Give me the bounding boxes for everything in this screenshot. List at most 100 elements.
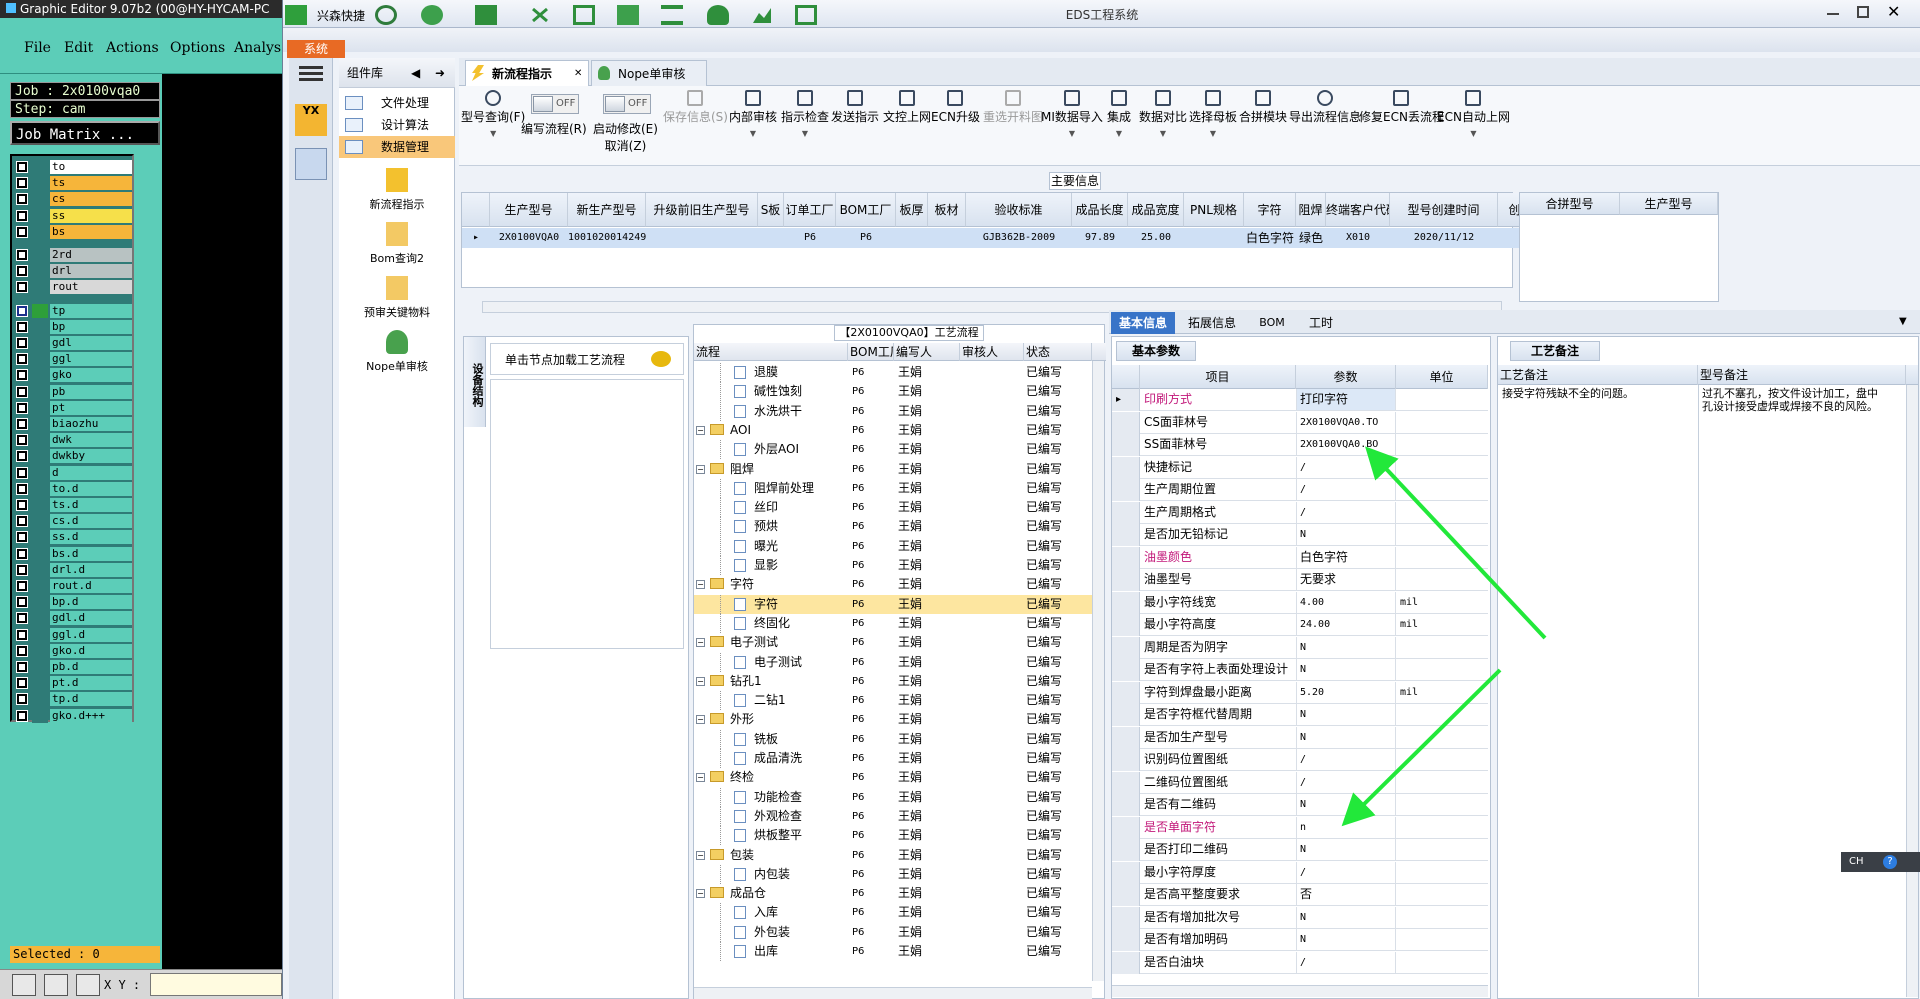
param-row[interactable]: 二维码位置图纸 / — [1112, 771, 1488, 794]
param-row[interactable]: 生产周期格式 / — [1112, 501, 1488, 524]
layer-row[interactable]: tp.d — [14, 692, 132, 707]
flow-row[interactable]: 外观检查 P6 王娟 已编写 — [694, 806, 1092, 826]
layer-row[interactable]: cs — [14, 192, 132, 207]
flow-row[interactable]: 预烘 P6 王娟 已编写 — [694, 517, 1092, 537]
tab-nope-review[interactable]: Nope单审核 — [591, 60, 707, 86]
layer-checkbox[interactable] — [16, 249, 28, 261]
layer-row[interactable]: tp — [14, 303, 132, 318]
layer-checkbox[interactable] — [16, 369, 28, 382]
flow-vertical-scrollbar[interactable] — [1092, 361, 1104, 981]
chevron-down-icon[interactable]: ▼ — [1041, 129, 1103, 138]
layer-checkbox[interactable] — [16, 596, 28, 609]
param-row[interactable]: 快捷标记 / — [1112, 456, 1488, 479]
layer-row[interactable]: ss — [14, 208, 132, 223]
layer-row[interactable]: rout — [14, 280, 132, 295]
main-cell[interactable]: P6 — [836, 228, 896, 248]
input-method-widget[interactable]: CH? — [1841, 852, 1920, 872]
flow-row[interactable]: 入库 P6 王娟 已编写 — [694, 903, 1092, 923]
window-icon[interactable] — [795, 5, 817, 25]
maximize-icon[interactable] — [1857, 6, 1869, 18]
main-cell[interactable]: 2020/11/12 — [1390, 228, 1498, 248]
flow-row[interactable]: 外包装 P6 王娟 已编写 — [694, 922, 1092, 942]
user-icon[interactable] — [707, 5, 729, 25]
param-row[interactable]: 生产周期位置 / — [1112, 479, 1488, 501]
toolbar-button[interactable]: 指示检查 ▼ — [781, 90, 829, 138]
menu-options[interactable]: Options — [170, 40, 225, 56]
tab-close-icon[interactable]: ✕ — [574, 61, 582, 87]
layer-row[interactable]: pt — [14, 400, 132, 415]
flow-row[interactable]: 丝印 P6 王娟 已编写 — [694, 498, 1092, 518]
toggle-switch[interactable]: OFF — [603, 94, 651, 114]
param-row[interactable]: 识别码位置图纸 / — [1112, 749, 1488, 771]
chevron-down-icon[interactable]: ▼ — [1437, 129, 1510, 138]
flow-row[interactable]: 水洗烘干 P6 王娟 已编写 — [694, 401, 1092, 421]
layer-checkbox[interactable] — [16, 304, 28, 317]
main-cell[interactable]: 25.00 — [1128, 228, 1184, 248]
search-icon[interactable] — [375, 5, 397, 25]
shortcut-item[interactable]: 新流程指示 — [339, 168, 455, 212]
yx-logo-icon[interactable]: YX — [295, 104, 327, 136]
layer-row[interactable]: to — [14, 160, 132, 174]
model-note-text[interactable]: 过孔不塞孔，按文件设计加工，盘中 孔设计接受虚焊或焊接不良的风险。 — [1702, 387, 1906, 413]
main-cell[interactable]: X010 — [1326, 228, 1390, 248]
layer-row[interactable]: drl — [14, 264, 132, 279]
tab-new-flow[interactable]: 新流程指示 ✕ — [465, 60, 589, 86]
layer-checkbox[interactable] — [16, 661, 28, 673]
layer-checkbox[interactable] — [16, 418, 28, 430]
layer-checkbox[interactable] — [16, 161, 28, 173]
layer-checkbox[interactable] — [16, 677, 28, 690]
param-row[interactable]: CS面菲林号 2X0100VQA0.TO — [1112, 411, 1488, 434]
toolbar-button[interactable]: 文控上网 — [883, 90, 931, 125]
layer-row[interactable]: bp — [14, 319, 132, 334]
menu-actions[interactable]: Actions — [106, 40, 159, 56]
param-row[interactable]: 是否高平整度要求 否 — [1112, 884, 1488, 906]
flow-row[interactable]: − 外形 P6 王娟 已编写 — [694, 710, 1092, 729]
layer-row[interactable]: biaozhu — [14, 417, 132, 431]
toolbar-button[interactable]: 导出流程信息 — [1289, 90, 1361, 125]
flow-row[interactable]: 字符 P6 王娟 已编写 — [694, 594, 1092, 614]
layer-row[interactable]: 2rd — [14, 248, 132, 262]
flow-row[interactable]: 功能检查 P6 王娟 已编写 — [694, 787, 1092, 807]
list-icon[interactable] — [661, 5, 683, 25]
layer-checkbox[interactable] — [16, 177, 28, 190]
toolbar-button[interactable]: 修复ECN丢流程 — [1359, 90, 1444, 125]
layer-row[interactable]: bs.d — [14, 546, 132, 561]
chevron-down-icon[interactable]: ▼ — [1189, 129, 1237, 138]
tab-work-hours[interactable]: 工时 — [1299, 312, 1343, 334]
layer-checkbox[interactable] — [16, 563, 28, 576]
calculator-icon[interactable] — [295, 148, 327, 180]
param-row[interactable]: 是否有二维码 N — [1112, 794, 1488, 816]
flow-row[interactable]: 铣板 P6 王娟 已编写 — [694, 729, 1092, 749]
basic-horizontal-scrollbar[interactable] — [1112, 985, 1488, 997]
toolbar-button[interactable]: 集成 ▼ — [1107, 90, 1131, 138]
film-icon[interactable] — [573, 5, 595, 25]
menu-file[interactable]: File — [24, 40, 51, 56]
layer-row[interactable]: gdl — [14, 336, 132, 350]
hamburger-icon[interactable] — [299, 66, 323, 69]
layer-checkbox[interactable] — [16, 353, 28, 366]
layer-row[interactable]: drl.d — [14, 562, 132, 577]
layer-row[interactable]: ggl — [14, 352, 132, 367]
chart-icon[interactable] — [751, 5, 773, 25]
flow-row[interactable]: − 电子测试 P6 王娟 已编写 — [694, 633, 1092, 652]
layer-checkbox[interactable] — [16, 337, 28, 349]
graphic-canvas[interactable] — [162, 74, 282, 974]
layer-row[interactable]: pb — [14, 384, 132, 399]
layer-row[interactable]: ts.d — [14, 498, 132, 512]
layer-checkbox[interactable] — [16, 209, 28, 222]
param-row[interactable]: 是否有字符上表面处理设计 N — [1112, 659, 1488, 681]
param-row[interactable]: 字符到焊盘最小距离 5.20 mil — [1112, 681, 1488, 704]
layer-checkbox[interactable] — [16, 401, 28, 414]
flow-row[interactable]: 碱性蚀刻 P6 王娟 已编写 — [694, 382, 1092, 402]
flow-row[interactable]: − AOI P6 王娟 已编写 — [694, 421, 1092, 440]
shortcut-item[interactable]: Nope单审核 — [339, 330, 455, 374]
param-row[interactable]: 是否单面字符 n — [1112, 816, 1488, 839]
param-row[interactable]: 最小字符线宽 4.00 mil — [1112, 591, 1488, 614]
param-row[interactable]: 是否白油块 / — [1112, 951, 1488, 974]
flow-row[interactable]: 曝光 P6 王娟 已编写 — [694, 536, 1092, 556]
job-matrix-button[interactable]: Job Matrix ... — [10, 121, 160, 145]
measure-tool-icon[interactable] — [44, 974, 68, 996]
shortcut-item[interactable]: Bom查询2 — [339, 222, 455, 266]
help-icon[interactable]: ? — [1883, 855, 1897, 869]
toolbar-button[interactable]: 内部审核 ▼ — [729, 90, 777, 138]
